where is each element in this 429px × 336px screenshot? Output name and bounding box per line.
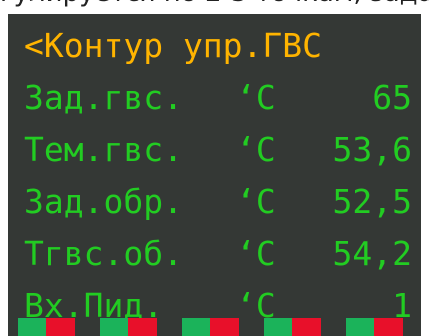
row-label: Тем.гвс. — [24, 130, 183, 169]
led-red-segment — [46, 318, 75, 336]
display-row-temp-dhw[interactable]: Тем.гвс. ‘С 53,6 — [24, 126, 412, 174]
row-unit: ‘С — [236, 182, 276, 221]
led-green-segment — [264, 318, 292, 336]
row-unit: ‘С — [236, 234, 276, 273]
led-green-segment — [18, 318, 46, 336]
indicator-led — [264, 318, 321, 336]
row-label: Зад.обр. — [24, 182, 183, 221]
display-header-title: <Контур упр.ГВС — [24, 26, 323, 65]
page-caption-text: гулируется по 2-3 точкам, задан — [0, 0, 429, 8]
led-red-segment — [374, 318, 403, 336]
indicator-led — [346, 318, 403, 336]
row-value: 65 — [372, 78, 412, 117]
led-red-segment — [128, 318, 157, 336]
led-green-segment — [182, 318, 210, 336]
row-label: Зад.гвс. — [24, 78, 183, 117]
row-unit: ‘С — [236, 78, 276, 117]
led-green-segment — [346, 318, 374, 336]
display-row-setpoint-dhw[interactable]: Зад.гвс. ‘С 65 — [24, 74, 412, 122]
row-unit: ‘С — [236, 130, 276, 169]
row-value: 52,5 — [332, 182, 412, 221]
controller-display: <Контур упр.ГВС Зад.гвс. ‘С 65 Тем.гвс. … — [8, 14, 421, 336]
led-red-segment — [292, 318, 321, 336]
row-value: 53,6 — [332, 130, 412, 169]
row-value: 54,2 — [332, 234, 412, 273]
indicator-led — [182, 318, 239, 336]
led-red-segment — [210, 318, 239, 336]
led-green-segment — [100, 318, 128, 336]
display-row-setpoint-return[interactable]: Зад.обр. ‘С 52,5 — [24, 178, 412, 226]
row-label: Тгвс.об. — [24, 234, 183, 273]
indicator-led — [18, 318, 75, 336]
display-row-temp-dhw-return[interactable]: Тгвс.об. ‘С 54,2 — [24, 230, 412, 278]
indicator-bar — [8, 318, 421, 336]
indicator-led — [100, 318, 157, 336]
display-header[interactable]: <Контур упр.ГВС — [24, 22, 412, 70]
